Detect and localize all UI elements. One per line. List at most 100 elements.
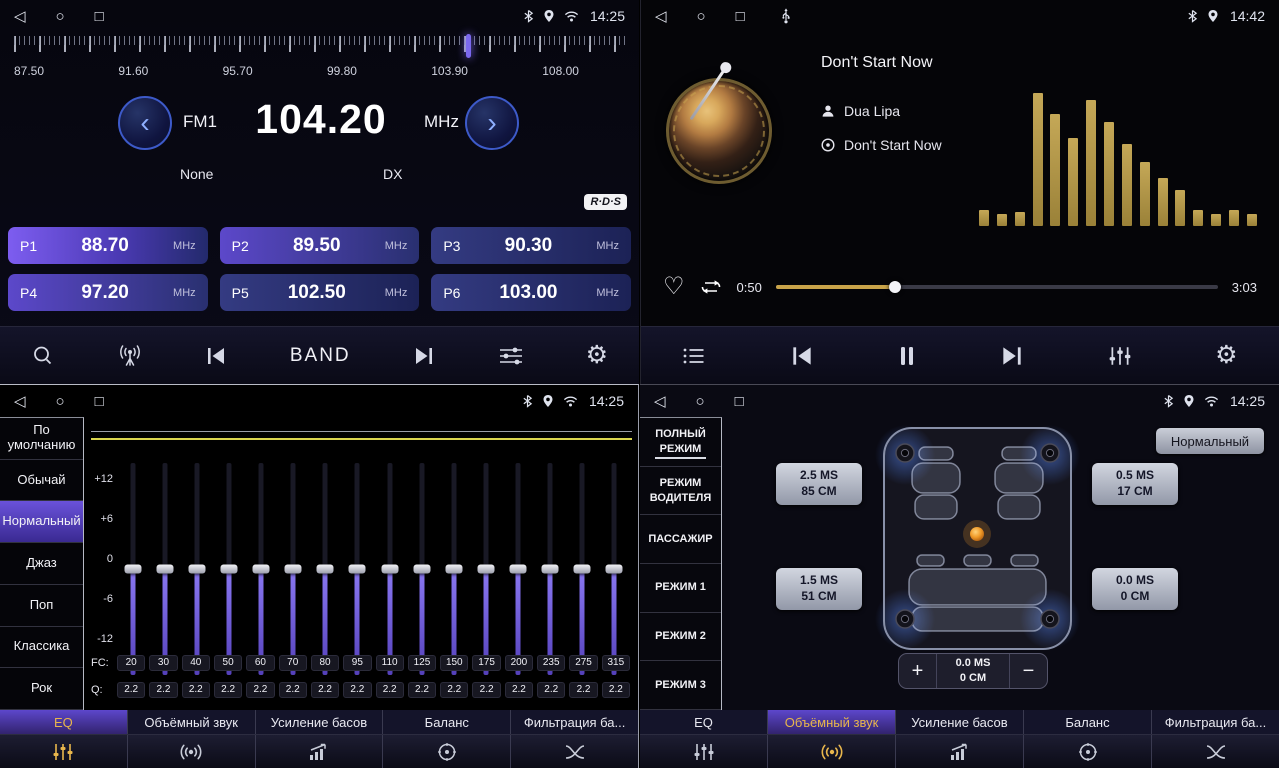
tab-eq-button[interactable] — [640, 735, 768, 768]
eq-band-slider[interactable] — [598, 463, 630, 675]
eq-band-slider[interactable] — [277, 463, 309, 675]
eq-band-slider[interactable] — [470, 463, 502, 675]
slider-handle[interactable] — [381, 565, 398, 574]
eq-band-slider[interactable] — [341, 463, 373, 675]
tab-balance-button[interactable] — [383, 735, 511, 768]
slider-handle[interactable] — [349, 565, 366, 574]
tab-eq-button[interactable] — [0, 735, 128, 768]
eq-band-slider[interactable] — [181, 463, 213, 675]
frequency-pointer[interactable] — [466, 34, 471, 58]
recents-icon[interactable]: □ — [735, 393, 744, 410]
preset-button-p4[interactable]: P4 97.20 MHz — [8, 274, 208, 311]
tab-eq[interactable]: EQ — [0, 710, 128, 734]
slider-handle[interactable] — [317, 565, 334, 574]
eq-band-slider[interactable] — [374, 463, 406, 675]
preset-button-p6[interactable]: P6 103.00 MHz — [431, 274, 631, 311]
band-button[interactable]: BAND — [290, 345, 351, 367]
tuner-settings-button[interactable] — [498, 346, 524, 366]
slider-handle[interactable] — [445, 565, 462, 574]
slider-handle[interactable] — [605, 565, 622, 574]
recents-icon[interactable]: □ — [95, 393, 104, 410]
tune-up-button[interactable]: › — [465, 96, 519, 150]
tab-eq[interactable]: EQ — [640, 710, 768, 734]
tab-balance[interactable]: Баланс — [1024, 710, 1152, 734]
slider-handle[interactable] — [125, 565, 142, 574]
slider-handle[interactable] — [221, 565, 238, 574]
mode-3[interactable]: РЕЖИМ 3 — [640, 661, 721, 710]
mode-1[interactable]: РЕЖИМ 1 — [640, 564, 721, 613]
slider-handle[interactable] — [541, 565, 558, 574]
tab-filter[interactable]: Фильтрация ба... — [511, 710, 638, 734]
eq-band-slider[interactable] — [406, 463, 438, 675]
favorite-button[interactable]: ♡ — [663, 275, 685, 299]
tab-bass-boost-button[interactable] — [256, 735, 384, 768]
slider-handle[interactable] — [189, 565, 206, 574]
delay-rear-right-button[interactable]: 0.0 MS 0 CM — [1092, 568, 1178, 610]
back-icon[interactable]: ◁ — [14, 392, 26, 410]
tab-balance[interactable]: Баланс — [383, 710, 511, 734]
eq-band-slider[interactable] — [245, 463, 277, 675]
settings-button[interactable]: ⚙ — [586, 343, 608, 368]
pause-button[interactable] — [898, 345, 916, 367]
eq-preset-jazz[interactable]: Джаз — [0, 543, 83, 585]
back-icon[interactable]: ◁ — [655, 7, 667, 25]
next-track-button[interactable] — [999, 346, 1025, 366]
stage-preset-button[interactable]: Нормальный — [1156, 428, 1264, 454]
repeat-button[interactable] — [699, 278, 723, 296]
tab-balance-button[interactable] — [1024, 735, 1152, 768]
recents-icon[interactable]: □ — [95, 8, 104, 25]
eq-band-slider[interactable] — [566, 463, 598, 675]
eq-band-slider[interactable] — [438, 463, 470, 675]
back-icon[interactable]: ◁ — [14, 7, 26, 25]
slider-handle[interactable] — [157, 565, 174, 574]
eq-band-slider[interactable] — [534, 463, 566, 675]
tab-surround[interactable]: Объёмный звук — [128, 710, 256, 734]
previous-station-button[interactable] — [204, 347, 228, 365]
progress-bar[interactable] — [776, 285, 1218, 289]
home-icon[interactable]: ○ — [696, 393, 705, 410]
settings-button[interactable]: ⚙ — [1215, 343, 1237, 368]
mode-2[interactable]: РЕЖИМ 2 — [640, 613, 721, 662]
tab-filter-button[interactable] — [511, 735, 638, 768]
mode-driver[interactable]: РЕЖИМ ВОДИТЕЛЯ — [640, 467, 721, 516]
eq-preset-pop[interactable]: Поп — [0, 585, 83, 627]
playlist-button[interactable] — [682, 346, 706, 366]
equalizer-button[interactable] — [1108, 345, 1132, 367]
preset-button-p1[interactable]: P1 88.70 MHz — [8, 227, 208, 264]
slider-handle[interactable] — [285, 565, 302, 574]
tab-filter-button[interactable] — [1152, 735, 1279, 768]
tab-bass-boost[interactable]: Усиление басов — [256, 710, 384, 734]
eq-preset-rock[interactable]: Рок — [0, 668, 83, 710]
delay-front-left-button[interactable]: 2.5 MS 85 CM — [776, 463, 862, 505]
slider-handle[interactable] — [413, 565, 430, 574]
home-icon[interactable]: ○ — [56, 8, 65, 25]
next-station-button[interactable] — [412, 347, 436, 365]
eq-band-slider[interactable] — [149, 463, 181, 675]
scan-button[interactable] — [31, 344, 55, 368]
mode-full[interactable]: ПОЛНЫЙ РЕЖИМ — [640, 418, 721, 467]
tab-surround-button[interactable] — [128, 735, 256, 768]
preset-button-p3[interactable]: P3 90.30 MHz — [431, 227, 631, 264]
frequency-ruler[interactable] — [14, 34, 625, 62]
preset-button-p2[interactable]: P2 89.50 MHz — [220, 227, 420, 264]
eq-preset-classic[interactable]: Классика — [0, 627, 83, 669]
tab-bass-boost-button[interactable] — [896, 735, 1024, 768]
slider-handle[interactable] — [573, 565, 590, 574]
eq-preset-custom[interactable]: Обычай — [0, 460, 83, 502]
recents-icon[interactable]: □ — [736, 8, 745, 25]
previous-track-button[interactable] — [789, 346, 815, 366]
eq-band-slider[interactable] — [213, 463, 245, 675]
tab-bass-boost[interactable]: Усиление басов — [896, 710, 1024, 734]
decrease-delay-button[interactable]: − — [1010, 654, 1047, 688]
increase-delay-button[interactable]: + — [899, 654, 936, 688]
mode-passenger[interactable]: ПАССАЖИР — [640, 515, 721, 564]
slider-handle[interactable] — [253, 565, 270, 574]
delay-rear-left-button[interactable]: 1.5 MS 51 CM — [776, 568, 862, 610]
eq-preset-normal[interactable]: Нормальный — [0, 501, 83, 543]
eq-band-slider[interactable] — [117, 463, 149, 675]
eq-band-slider[interactable] — [309, 463, 341, 675]
tab-surround-button[interactable] — [768, 735, 896, 768]
eq-band-slider[interactable] — [502, 463, 534, 675]
home-icon[interactable]: ○ — [56, 393, 65, 410]
tab-surround[interactable]: Объёмный звук — [768, 710, 896, 734]
